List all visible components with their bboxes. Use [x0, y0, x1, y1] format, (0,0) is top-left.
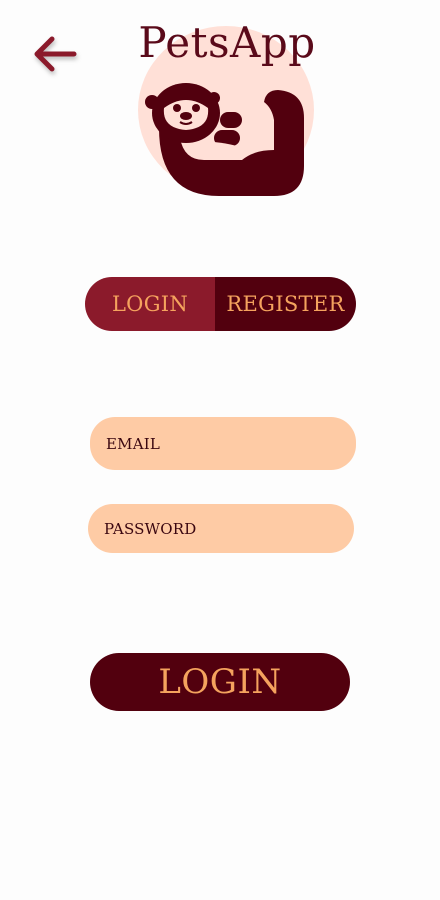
password-placeholder: PASSWORD: [104, 519, 197, 538]
login-button[interactable]: LOGIN: [90, 653, 350, 711]
email-field[interactable]: EMAIL: [90, 417, 356, 470]
tab-register[interactable]: REGISTER: [215, 277, 356, 331]
tab-login[interactable]: LOGIN: [85, 277, 215, 331]
auth-mode-toggle: LOGIN REGISTER: [85, 277, 356, 331]
app-title: PetsApp: [138, 18, 316, 67]
password-field[interactable]: PASSWORD: [88, 504, 354, 553]
email-placeholder: EMAIL: [106, 434, 161, 453]
otter-icon: [144, 78, 314, 202]
